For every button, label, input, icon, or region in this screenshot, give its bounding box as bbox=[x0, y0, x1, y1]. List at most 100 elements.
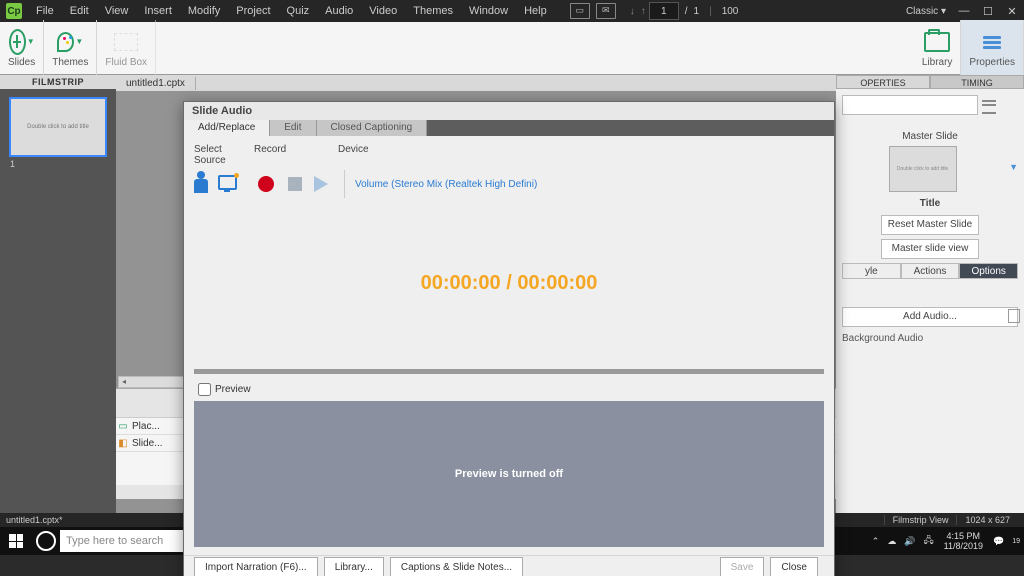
scroll-left-icon[interactable]: ◂ bbox=[119, 377, 129, 385]
master-slide-thumb[interactable]: Double click to add title bbox=[889, 146, 957, 192]
slide-number: 1 bbox=[10, 159, 116, 169]
play-button[interactable] bbox=[314, 176, 328, 192]
ribbon: ▼ Slides ▼ Themes Fluid Box Library Prop… bbox=[0, 22, 1024, 75]
master-slide-label: Master Slide bbox=[842, 131, 1018, 142]
add-slide-icon bbox=[9, 29, 26, 55]
mail-icon[interactable]: ✉ bbox=[596, 3, 616, 19]
status-dimensions: 1024 x 627 bbox=[956, 515, 1018, 525]
zoom-value: 100 bbox=[722, 6, 739, 17]
trash-icon[interactable] bbox=[1008, 309, 1020, 323]
master-view-button[interactable]: Master slide view bbox=[881, 239, 979, 259]
page-total: 1 bbox=[694, 6, 700, 17]
app-logo: Cp bbox=[6, 3, 22, 19]
menu-quiz[interactable]: Quiz bbox=[279, 5, 318, 17]
page-nav: ↓ ↑ / 1 | 100 bbox=[627, 2, 739, 20]
subtab-actions[interactable]: Actions bbox=[901, 263, 960, 279]
fluidbox-icon bbox=[114, 33, 138, 51]
menu-help[interactable]: Help bbox=[516, 5, 555, 17]
workspace-selector[interactable]: Classic ▾ bbox=[906, 6, 946, 17]
titlebar: Cp File Edit View Insert Modify Project … bbox=[0, 0, 1024, 22]
tray-badge: 19 bbox=[1012, 538, 1020, 545]
subtab-options[interactable]: Options bbox=[959, 263, 1018, 279]
menu-audio[interactable]: Audio bbox=[317, 5, 361, 17]
tab-edit[interactable]: Edit bbox=[270, 120, 316, 136]
arrow-down-icon[interactable]: ↓ bbox=[630, 6, 635, 17]
cortana-icon[interactable] bbox=[36, 531, 56, 551]
preview-checkbox[interactable] bbox=[198, 383, 211, 396]
audio-timer: 00:00:00 / 00:00:00 bbox=[194, 272, 824, 295]
system-tray: ⌃ ☁ 🔊 🖧 4:15 PM 11/8/2019 💬 19 bbox=[868, 531, 1024, 551]
mic-source-icon[interactable] bbox=[194, 175, 212, 193]
close-dialog-button[interactable]: Close bbox=[770, 557, 818, 576]
ribbon-themes[interactable]: ▼ Themes bbox=[44, 20, 97, 76]
device-link[interactable]: Volume (Stereo Mix (Realtek High Defini) bbox=[355, 179, 537, 190]
bg-audio-label: Background Audio bbox=[842, 333, 1018, 344]
ribbon-properties[interactable]: Properties bbox=[961, 20, 1024, 76]
menu-project[interactable]: Project bbox=[228, 5, 278, 17]
tray-up-icon[interactable]: ⌃ bbox=[872, 536, 880, 547]
filmstrip-header: FILMSTRIP bbox=[0, 75, 116, 89]
filmstrip-panel: FILMSTRIP Double click to add title 1 bbox=[0, 75, 116, 513]
captions-notes-button[interactable]: Captions & Slide Notes... bbox=[390, 557, 523, 576]
properties-search[interactable] bbox=[842, 95, 978, 115]
separator bbox=[344, 170, 345, 198]
reset-master-button[interactable]: Reset Master Slide bbox=[881, 215, 979, 235]
stop-button[interactable] bbox=[288, 177, 302, 191]
label-device: Device bbox=[338, 144, 369, 166]
tab-add-replace[interactable]: Add/Replace bbox=[184, 120, 270, 136]
dialog-footer: Import Narration (F6)... Library... Capt… bbox=[184, 555, 834, 576]
menu-insert[interactable]: Insert bbox=[136, 5, 180, 17]
properties-panel: OPERTIES TIMING Master Slide Double clic… bbox=[836, 75, 1024, 513]
system-source-icon[interactable] bbox=[218, 175, 236, 193]
tab-timing[interactable]: TIMING bbox=[930, 75, 1024, 89]
minimize-button[interactable]: — bbox=[953, 2, 975, 20]
menu-file[interactable]: File bbox=[28, 5, 62, 17]
master-dropdown-icon[interactable]: ▼ bbox=[1009, 162, 1018, 172]
dialog-title: Slide Audio bbox=[184, 102, 834, 120]
menu-view[interactable]: View bbox=[97, 5, 137, 17]
tray-network-icon[interactable]: 🖧 bbox=[924, 533, 934, 549]
record-button[interactable] bbox=[258, 176, 274, 192]
subtab-style[interactable]: yle bbox=[842, 263, 901, 279]
library-button[interactable]: Library... bbox=[324, 557, 384, 576]
document-tab[interactable]: untitled1.cptx bbox=[116, 77, 196, 90]
start-button[interactable] bbox=[0, 527, 32, 555]
menu-modify[interactable]: Modify bbox=[180, 5, 228, 17]
import-narration-button[interactable]: Import Narration (F6)... bbox=[194, 557, 318, 576]
document-tabs: untitled1.cptx bbox=[116, 75, 836, 91]
menu-video[interactable]: Video bbox=[361, 5, 405, 17]
tray-clock[interactable]: 4:15 PM 11/8/2019 bbox=[944, 531, 983, 551]
slide-thumbnail[interactable]: Double click to add title bbox=[9, 97, 107, 157]
ribbon-slides[interactable]: ▼ Slides bbox=[0, 20, 44, 76]
tray-notifications-icon[interactable]: 💬 bbox=[993, 536, 1004, 547]
menu-themes[interactable]: Themes bbox=[405, 5, 461, 17]
ribbon-fluidbox: Fluid Box bbox=[97, 20, 156, 76]
menu-window[interactable]: Window bbox=[461, 5, 516, 17]
content-area: FILMSTRIP Double click to add title 1 un… bbox=[0, 75, 1024, 513]
tray-onedrive-icon[interactable]: ☁ bbox=[887, 536, 896, 547]
status-view: Filmstrip View bbox=[884, 515, 957, 525]
placeholder-icon: ▭ bbox=[116, 418, 130, 434]
status-filename: untitled1.cptx* bbox=[6, 515, 63, 525]
label-select-source: Select Source bbox=[194, 144, 254, 166]
layout-icon[interactable]: ▭ bbox=[570, 3, 590, 19]
waveform-bar[interactable] bbox=[194, 369, 824, 374]
library-icon bbox=[924, 32, 950, 52]
palette-icon bbox=[57, 32, 74, 52]
tab-properties[interactable]: OPERTIES bbox=[836, 75, 930, 89]
page-current[interactable] bbox=[649, 2, 679, 20]
add-audio-button[interactable]: Add Audio... bbox=[842, 307, 1018, 327]
ribbon-library[interactable]: Library bbox=[914, 20, 962, 76]
tray-volume-icon[interactable]: 🔊 bbox=[904, 536, 915, 547]
tab-closed-captioning[interactable]: Closed Captioning bbox=[317, 120, 428, 136]
close-button[interactable]: ✕ bbox=[1001, 2, 1023, 20]
arrow-up-icon[interactable]: ↑ bbox=[641, 6, 646, 17]
preview-panel: Preview is turned off bbox=[194, 401, 824, 547]
list-icon[interactable] bbox=[982, 100, 996, 114]
menu-edit[interactable]: Edit bbox=[62, 5, 97, 17]
properties-icon bbox=[983, 34, 1001, 50]
dialog-tabs: Add/Replace Edit Closed Captioning bbox=[184, 120, 834, 136]
maximize-button[interactable]: ☐ bbox=[977, 2, 999, 20]
slide-audio-dialog: Slide Audio Add/Replace Edit Closed Capt… bbox=[183, 101, 835, 576]
slide-icon: ◧ bbox=[116, 435, 130, 451]
